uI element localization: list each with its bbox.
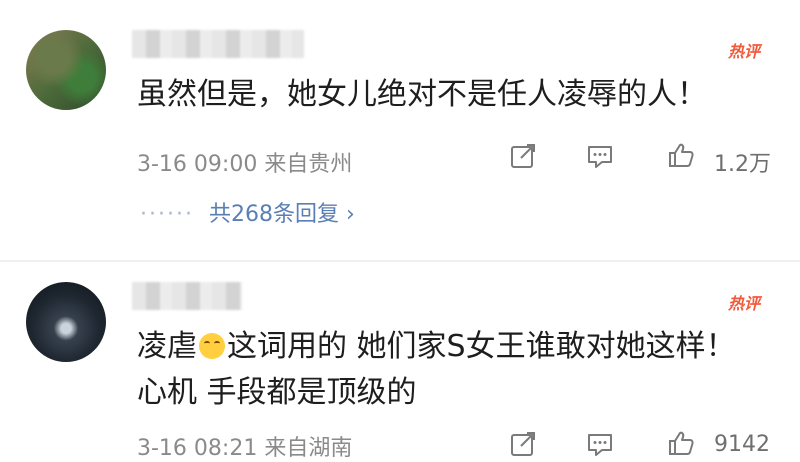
comment-text: 虽然但是，她女儿绝对不是任人凌辱的人！ xyxy=(137,77,707,112)
share-icon[interactable] xyxy=(509,142,537,170)
username-blurred[interactable] xyxy=(132,282,242,310)
replies-count: 共268条回复 xyxy=(208,202,339,227)
comment-text-part: 这词用的 她们家S女王谁敢对她这样！ 心机 手段都是顶级的 xyxy=(137,329,736,410)
comment-icon[interactable] xyxy=(586,430,614,458)
hot-comment-badge: 热评 xyxy=(727,294,760,313)
comment-text-part: 凌虐 xyxy=(137,329,197,364)
comment-icon[interactable] xyxy=(586,142,614,170)
comment-text: 凌虐 这词用的 她们家S女王谁敢对她这样！ 心机 手段都是顶级的 xyxy=(137,324,760,416)
avatar[interactable] xyxy=(26,282,106,362)
chevron-right-icon: › xyxy=(345,202,355,227)
avatar[interactable] xyxy=(26,30,106,110)
comment-meta: 3-16 09:00 来自贵州 xyxy=(137,146,352,178)
thumbs-up-icon[interactable] xyxy=(667,429,695,457)
dots-decoration: ······ xyxy=(140,202,194,227)
laughing-emoji-icon xyxy=(199,333,225,359)
share-icon[interactable] xyxy=(509,430,537,458)
comment-time: 3-16 08:21 xyxy=(137,436,258,461)
comment-location: 来自贵州 xyxy=(264,152,353,177)
comment-meta: 3-16 08:21 来自湖南 xyxy=(137,430,352,462)
view-replies-link[interactable]: ······ 共268条回复 › xyxy=(140,196,355,228)
comment-time: 3-16 09:00 xyxy=(137,152,258,177)
hot-comment-badge: 热评 xyxy=(727,42,760,61)
like-count: 1.2万 xyxy=(714,152,771,177)
thumbs-up-icon[interactable] xyxy=(667,141,695,169)
comment-location: 来自湖南 xyxy=(264,436,353,461)
username-blurred[interactable] xyxy=(132,30,304,58)
like-count: 9142 xyxy=(714,432,770,457)
comment-1: 热评 虽然但是，她女儿绝对不是任人凌辱的人！ 3-16 09:00 来自贵州 1… xyxy=(0,0,800,262)
